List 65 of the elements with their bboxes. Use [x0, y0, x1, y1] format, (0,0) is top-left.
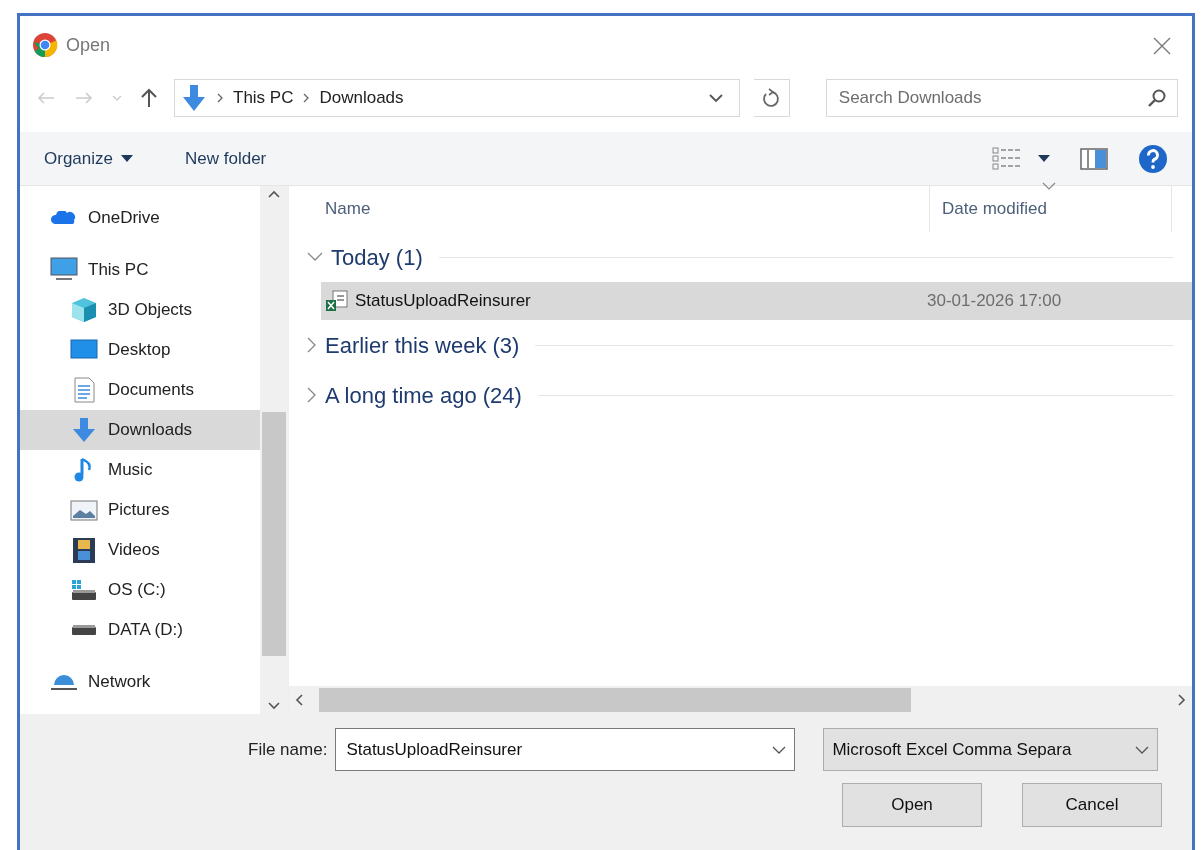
sidebar-item[interactable]: Documents	[20, 370, 260, 410]
preview-pane-button[interactable]	[1078, 145, 1110, 172]
view-options-button[interactable]	[990, 144, 1052, 173]
refresh-button[interactable]	[754, 79, 790, 117]
search-box[interactable]: Search Downloads	[825, 79, 1178, 117]
column-header[interactable]: Date modified	[929, 186, 1172, 232]
up-arrow-icon	[140, 88, 158, 108]
down-arrow-icon	[181, 84, 207, 112]
sidebar-item[interactable]: 3D Objects	[20, 290, 260, 330]
address-bar[interactable]: This PC Downloads	[174, 79, 740, 117]
caret-down-icon	[1038, 155, 1050, 162]
scroll-left-icon	[295, 694, 303, 706]
group-header[interactable]: Earlier this week (3)	[289, 320, 1192, 370]
breadcrumb-item[interactable]: This PC	[233, 85, 294, 111]
sidebar-item[interactable]: OneDrive	[20, 198, 260, 238]
scroll-up-icon	[268, 190, 280, 198]
search-field[interactable]: Search Downloads	[836, 80, 1147, 116]
file-name-label: File name:	[248, 738, 328, 761]
window-title: Open	[66, 33, 111, 57]
refresh-icon	[762, 88, 781, 108]
sidebar-item[interactable]: DATA (D:)	[20, 610, 260, 650]
sidebar-item[interactable]: Pictures	[20, 490, 260, 530]
new-folder-button[interactable]: New folder	[183, 143, 269, 174]
browser-logo-icon	[32, 32, 58, 59]
breadcrumb-chevron-icon	[303, 93, 310, 103]
sidebar-item[interactable]: Downloads	[20, 410, 260, 450]
group-header[interactable]: A long time ago (24)	[289, 370, 1192, 420]
cancel-button[interactable]: Cancel	[1022, 783, 1162, 827]
vertical-scrollbar[interactable]	[260, 186, 288, 714]
column-header[interactable]: Name	[289, 196, 929, 222]
sidebar-item[interactable]: OS (C:)	[20, 570, 260, 610]
search-icon	[1147, 88, 1167, 108]
cube-icon	[70, 296, 98, 324]
caret-down-icon	[121, 155, 133, 162]
spreadsheet-file-icon	[325, 290, 349, 312]
chevron-down-icon	[772, 745, 787, 754]
file-type-dropdown[interactable]: Microsoft Excel Comma Separa	[823, 728, 1159, 771]
scroll-down-icon	[268, 702, 280, 710]
sidebar-item[interactable]: Desktop	[20, 330, 260, 370]
film-icon	[70, 536, 98, 564]
group-header[interactable]: Today (1)	[289, 232, 1192, 282]
sidebar-item[interactable]: Music	[20, 450, 260, 490]
drive-icon	[71, 624, 97, 636]
close-icon	[1152, 35, 1172, 56]
file-name: StatusUploadReinsurer	[355, 290, 531, 313]
details-view-icon	[992, 146, 1022, 171]
network-icon	[50, 674, 78, 690]
file-date: 30-01-2026 17:00	[927, 290, 1062, 313]
file-row[interactable]: StatusUploadReinsurer 30-01-2026 17:00	[321, 282, 1192, 320]
scroll-right-icon	[1178, 694, 1186, 706]
organize-button[interactable]: Organize	[42, 143, 135, 174]
chevron-down-icon	[709, 93, 723, 103]
chevron-down-icon	[112, 94, 122, 102]
cloud-icon	[50, 211, 78, 225]
down-arrow-icon	[70, 416, 98, 444]
sidebar-item[interactable]: Network	[20, 662, 260, 702]
breadcrumb-chevron-icon	[217, 93, 223, 103]
horizontal-scrollbar[interactable]	[289, 686, 1192, 714]
sidebar-item[interactable]: This PC	[20, 250, 260, 290]
chevron-down-icon	[1135, 745, 1150, 754]
help-icon	[1138, 143, 1168, 174]
sidebar-item[interactable]: Videos	[20, 530, 260, 570]
breadcrumb-item[interactable]: Downloads	[319, 85, 404, 111]
open-button[interactable]: Open	[842, 783, 982, 827]
preview-pane-icon	[1080, 147, 1108, 170]
